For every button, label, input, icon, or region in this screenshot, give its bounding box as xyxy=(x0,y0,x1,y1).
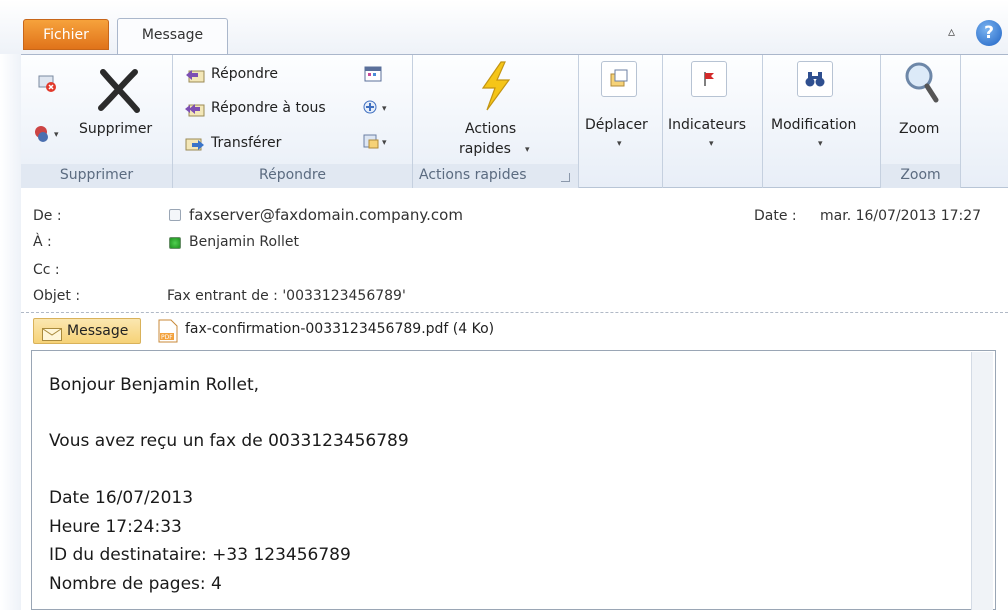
forward-button[interactable]: Transférer xyxy=(211,135,281,151)
tags-button[interactable]: Indicateurs xyxy=(668,117,746,133)
tags-dropdown-icon[interactable]: ▾ xyxy=(709,139,714,149)
pdf-icon[interactable]: PDF xyxy=(158,319,178,343)
group-tags: Indicateurs ▾ xyxy=(663,55,763,188)
body-greeting: Bonjour Benjamin Rollet, xyxy=(49,375,260,395)
move-button[interactable]: Déplacer xyxy=(585,117,648,133)
reply-all-icon xyxy=(183,99,207,121)
body-date: Date 16/07/2013 xyxy=(49,488,194,508)
body-line-fax: Vous avez reçu un fax de 0033123456789 xyxy=(49,431,409,451)
group-label-quick-steps: Actions rapides xyxy=(419,167,527,183)
lightning-icon xyxy=(471,59,519,113)
from-label: De : xyxy=(33,208,62,224)
presence-online-icon xyxy=(169,237,181,249)
move-icon[interactable] xyxy=(601,61,637,97)
group-quick-steps[interactable]: Actions rapides ▾ Actions rapides xyxy=(413,55,579,188)
envelope-icon xyxy=(42,325,62,341)
delete-button[interactable]: Supprimer xyxy=(79,121,152,137)
more-respond-icon[interactable]: ▾ xyxy=(361,131,397,153)
quick-steps-label-2[interactable]: rapides xyxy=(459,141,511,157)
attachment-bar: Message PDF fax-confirmation-00331234567… xyxy=(21,313,1008,347)
svg-text:▾: ▾ xyxy=(382,104,387,114)
quick-steps-dropdown-icon[interactable]: ▾ xyxy=(525,145,530,155)
edit-dropdown-icon[interactable]: ▾ xyxy=(818,139,823,149)
window-left-edge xyxy=(0,0,21,610)
message-header: De : faxserver@faxdomain.company.com Dat… xyxy=(21,188,1008,313)
subject-value: Fax entrant de : '0033123456789' xyxy=(167,288,406,304)
group-label-respond: Répondre xyxy=(259,167,326,183)
vertical-scrollbar[interactable] xyxy=(971,352,993,610)
tab-bar: Fichier Message ▵ ? xyxy=(0,0,1008,55)
ignore-icon[interactable] xyxy=(35,71,59,95)
body-time: Heure 17:24:33 xyxy=(49,517,182,537)
edit-button[interactable]: Modification xyxy=(771,117,856,133)
magnifier-icon[interactable] xyxy=(901,59,941,107)
group-label-zoom: Zoom xyxy=(900,167,941,183)
forward-icon xyxy=(183,133,207,155)
reply-icon xyxy=(183,65,207,87)
from-value[interactable]: faxserver@faxdomain.company.com xyxy=(189,206,463,224)
ribbon: ▾ Supprimer Supprimer Répondre Répondre … xyxy=(21,54,1008,188)
date-label: Date : xyxy=(754,208,797,224)
body-recipient: ID du destinataire: +33 123456789 xyxy=(49,545,351,565)
group-edit: Modification ▾ xyxy=(763,55,881,188)
to-value[interactable]: Benjamin Rollet xyxy=(189,234,299,250)
binoculars-icon[interactable] xyxy=(797,61,833,97)
date-value: mar. 16/07/2013 17:27 xyxy=(820,208,982,224)
junk-icon[interactable]: ▾ xyxy=(31,121,65,145)
group-label-delete: Supprimer xyxy=(59,167,134,183)
message-attachment-tab[interactable]: Message xyxy=(33,318,141,344)
pdf-attachment[interactable]: fax-confirmation-0033123456789.pdf (4 Ko… xyxy=(185,321,494,337)
to-label: À : xyxy=(33,234,52,250)
collapse-ribbon-icon[interactable]: ▵ xyxy=(948,24,955,40)
message-tab-label: Message xyxy=(67,323,129,339)
flag-icon[interactable] xyxy=(691,61,727,97)
cc-label: Cc : xyxy=(33,262,60,278)
zoom-button[interactable]: Zoom xyxy=(899,121,939,137)
group-respond: Répondre Répondre à tous Transférer ▾ ▾ … xyxy=(173,55,413,188)
im-reply-icon[interactable]: ▾ xyxy=(361,97,397,119)
svg-text:▾: ▾ xyxy=(382,138,387,148)
presence-icon xyxy=(169,209,181,221)
help-icon[interactable]: ? xyxy=(976,20,1002,46)
reply-all-button[interactable]: Répondre à tous xyxy=(211,100,326,116)
dialog-launcher-icon[interactable] xyxy=(561,173,570,182)
group-delete: ▾ Supprimer Supprimer xyxy=(21,55,173,188)
quick-steps-label-1[interactable]: Actions xyxy=(465,121,516,137)
subject-label: Objet : xyxy=(33,288,81,304)
meeting-icon[interactable] xyxy=(361,63,385,85)
body-pages: Nombre de pages: 4 xyxy=(49,574,222,594)
delete-x-icon[interactable] xyxy=(93,65,145,115)
move-dropdown-icon[interactable]: ▾ xyxy=(617,139,622,149)
svg-text:PDF: PDF xyxy=(161,334,173,341)
group-zoom: Zoom Zoom xyxy=(881,55,961,188)
svg-text:▾: ▾ xyxy=(54,130,59,140)
reply-button[interactable]: Répondre xyxy=(211,66,278,82)
tab-file[interactable]: Fichier xyxy=(23,19,109,50)
group-move: Déplacer ▾ xyxy=(579,55,663,188)
tab-message[interactable]: Message xyxy=(117,18,228,55)
